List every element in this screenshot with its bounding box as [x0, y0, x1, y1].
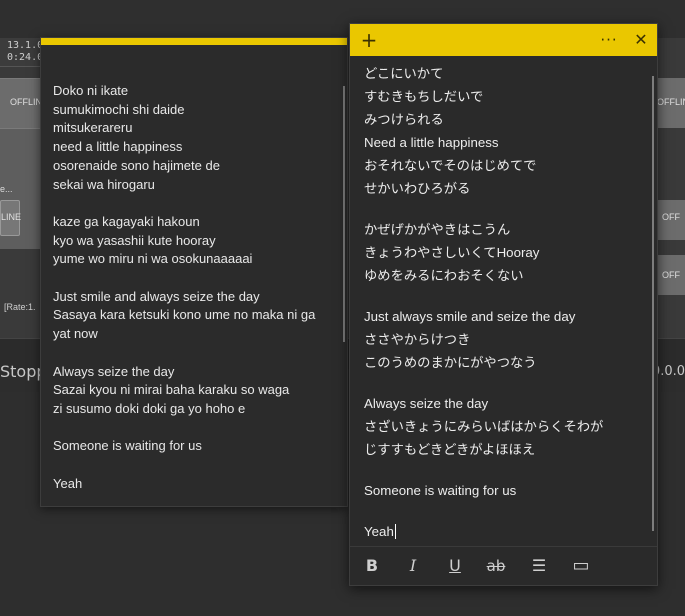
lyric-line: yat now [53, 326, 98, 342]
note-text-area[interactable]: Doko ni ikate sumukimochi shi daide mitsuk… [53, 82, 331, 493]
lyric-line: Just always smile and seize the day [364, 309, 576, 324]
list-icon[interactable]: ☰ [524, 547, 554, 585]
lyric-line: みつけられる [364, 112, 444, 127]
lyric-line: このうめのまかにがやつなう [364, 355, 537, 370]
sticky-note-romaji[interactable]: Doko ni ikate sumukimochi shi daide mitsuk… [40, 37, 348, 507]
lyric-paragraph: Always seize the day Sazai kyou ni mirai … [53, 363, 331, 419]
plus-icon[interactable]: + [354, 24, 384, 56]
lyric-paragraph: kaze ga kagayaki hakoun kyo wa yasashii k… [53, 213, 331, 269]
scrollbar[interactable] [343, 86, 345, 342]
lyric-line: Someone is waiting for us [364, 483, 517, 498]
lyric-line: Yeah [364, 524, 396, 539]
lyric-paragraph: Just smile and always seize the day Sasay… [53, 288, 331, 344]
lyric-line: Just smile and always seize the day [53, 288, 260, 304]
sticky-note-kana[interactable]: + ··· ✕ どこにいかてすむきもちしだいで みつけられる Need a litt… [349, 23, 658, 586]
format-toolbar: B I U ab ☰ ▭ [350, 546, 657, 585]
offline-label: LINE [1, 212, 22, 222]
lyric-paragraph: Yeah [364, 520, 643, 543]
lyric-line: sumukimochi shi daide [53, 101, 185, 117]
lyric-line: ささやからけつき [364, 332, 471, 347]
bold-button[interactable]: B [357, 547, 387, 585]
rate-label: [Rate:1. [4, 302, 36, 312]
lyric-paragraph: Yeah [53, 475, 331, 494]
lyric-line: Sasaya kara ketsuki kono ume no maka ni … [53, 307, 316, 323]
lyric-line: osorenaide sono hajimete de [53, 157, 220, 173]
image-icon[interactable]: ▭ [566, 547, 596, 585]
lyric-line: Sazai kyou ni mirai baha karaku so waga [53, 382, 290, 398]
lyric-line: じすすもどきどきがよほほえ [364, 442, 536, 457]
clip-label: e... [0, 184, 13, 194]
strikethrough-button[interactable]: ab [481, 547, 511, 585]
offline-label: OFF [662, 270, 680, 280]
lyric-paragraph: Doko ni ikate sumukimochi shi daide mitsuk… [53, 82, 331, 194]
lyric-line: どこにいかて [364, 66, 444, 81]
lyric-line: yume wo miru ni wa osokunaaaaai [53, 251, 253, 267]
note-accent-bar[interactable] [41, 38, 347, 45]
lyric-line: せかいわひろがる [364, 181, 471, 196]
lyric-paragraph: Always seize the day さざいきょうにみらいばはからくそわが じす… [364, 392, 643, 461]
more-icon[interactable]: ··· [594, 24, 624, 56]
lyric-line: Always seize the day [364, 396, 489, 411]
lyric-paragraph: かぜげかがやきはこうんきょうわやさしいくてHooray ゆめをみるにわおそくない [364, 218, 643, 287]
ruler-measure: 13.1.0 [7, 40, 44, 51]
lyric-line: zi susumo doki doki ga yo hoho e [53, 400, 246, 416]
lyric-line: kaze ga kagayaki hakoun [53, 213, 200, 229]
lyric-line: mitsukerareru [53, 120, 133, 136]
lyric-line: sekai wa hirogaru [53, 176, 155, 192]
note-text-area[interactable]: どこにいかてすむきもちしだいで みつけられる Need a little happi… [364, 62, 643, 561]
lyric-paragraph: Just always smile and seize the day ささやから… [364, 305, 643, 374]
lyric-paragraph: Someone is waiting for us [53, 437, 331, 456]
lyric-line: Doko ni ikate [53, 83, 129, 98]
scrollbar[interactable] [652, 76, 654, 531]
lyric-line: きょうわやさしいくてHooray [364, 245, 540, 260]
note-title-bar[interactable]: + ··· ✕ [350, 24, 657, 56]
lyric-line: kyo wa yasashii kute hooray [53, 232, 216, 248]
italic-button[interactable]: I [398, 547, 428, 585]
timeline-ruler: 13.1.0 0:24.00 [0, 38, 49, 67]
lyric-line: Yeah [53, 475, 83, 491]
lyric-line: Someone is waiting for us [53, 438, 202, 454]
lyric-line: かぜげかがやきはこうん [364, 222, 511, 237]
lyric-line: すむきもちしだいで [364, 89, 484, 104]
offline-label: OFFLINE [657, 97, 685, 107]
offline-label: OFF [662, 212, 680, 222]
lyric-line: need a little happiness [53, 139, 183, 155]
lyric-paragraph: どこにいかてすむきもちしだいで みつけられる Need a little happi… [364, 62, 643, 200]
lyric-line: Always seize the day [53, 363, 175, 379]
lyric-line: おそれないでそのはじめてで [364, 158, 537, 173]
text-caret [394, 524, 396, 539]
lyric-line: さざいきょうにみらいばはからくそわが [364, 419, 604, 434]
lyric-paragraph: Someone is waiting for us [364, 479, 643, 502]
close-icon[interactable]: ✕ [626, 24, 656, 56]
lyric-line: Need a little happiness [364, 135, 499, 150]
underline-button[interactable]: U [440, 547, 470, 585]
lyric-line: ゆめをみるにわおそくない [364, 268, 524, 283]
